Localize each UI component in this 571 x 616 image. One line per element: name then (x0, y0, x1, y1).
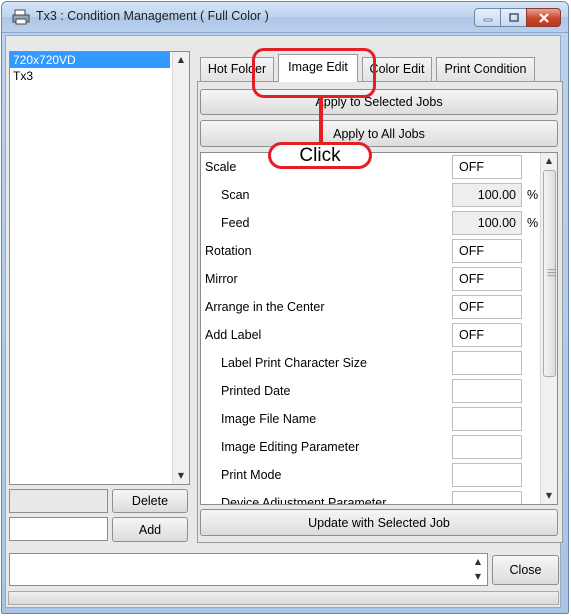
new-job-name-input[interactable] (9, 517, 108, 541)
property-label: Arrange in the Center (205, 300, 325, 314)
property-unit: % (527, 216, 539, 230)
add-button[interactable]: Add (112, 517, 188, 542)
property-row: Mirror OFF (201, 265, 542, 293)
property-label: Device Adjustment Parameter (221, 496, 387, 505)
property-label: Print Mode (221, 468, 282, 482)
update-with-selected-job-button[interactable]: Update with Selected Job (200, 509, 558, 536)
tab-print-condition[interactable]: Print Condition (436, 57, 535, 81)
property-value[interactable]: OFF (452, 239, 522, 263)
property-row: Feed 100.00 % (201, 209, 542, 237)
properties-grid: Scale OFF Scan 100.00 % Feed 100.00 % Ro… (200, 152, 558, 505)
status-bar (8, 591, 559, 605)
job-list-item-selected[interactable]: 720x720VD (10, 52, 170, 68)
window-title: Tx3 : Condition Management ( Full Color … (36, 9, 269, 23)
property-row: Image File Name (201, 405, 542, 433)
job-list-item[interactable]: Tx3 (10, 68, 189, 84)
close-icon (538, 12, 549, 23)
property-value[interactable] (452, 407, 522, 431)
property-label: Image File Name (221, 412, 317, 426)
scroll-down-icon[interactable]: ▼ (541, 488, 557, 504)
message-spinner[interactable]: ▲ ▼ (470, 554, 487, 585)
title-bar: Tx3 : Condition Management ( Full Color … (2, 2, 568, 33)
property-value[interactable] (452, 463, 522, 487)
property-row: Label Print Character Size (201, 349, 542, 377)
caption-buttons (474, 8, 561, 27)
property-value[interactable]: OFF (452, 155, 522, 179)
app-printer-icon (12, 9, 30, 25)
close-window-button[interactable] (526, 8, 561, 27)
apply-all-jobs-button[interactable]: Apply to All Jobs (200, 120, 558, 147)
spin-down-icon[interactable]: ▼ (470, 569, 486, 584)
property-value[interactable] (452, 379, 522, 403)
job-name-spacer (9, 489, 108, 513)
property-label: Label Print Character Size (221, 356, 367, 370)
property-value[interactable]: 100.00 (452, 183, 522, 207)
minimize-button[interactable] (474, 8, 501, 27)
property-row: Device Adjustment Parameter (201, 489, 542, 505)
scroll-up-icon[interactable]: ▲ (541, 153, 557, 169)
close-button[interactable]: Close (492, 555, 559, 585)
property-label: Printed Date (221, 384, 291, 398)
property-value[interactable] (452, 435, 522, 459)
maximize-button[interactable] (500, 8, 527, 27)
scroll-thumb[interactable]: — — — (543, 170, 556, 377)
property-row: Printed Date (201, 377, 542, 405)
maximize-icon (508, 13, 519, 22)
property-label: Add Label (205, 328, 262, 342)
property-value[interactable]: OFF (452, 323, 522, 347)
property-label: Scale (205, 160, 237, 174)
callout-leader-line (319, 98, 323, 144)
scroll-up-icon[interactable]: ▲ (173, 52, 189, 68)
message-field[interactable]: ▲ ▼ (9, 553, 488, 586)
property-label: Image Editing Parameter (221, 440, 360, 454)
property-label: Scan (221, 188, 250, 202)
property-row: Add Label OFF (201, 321, 542, 349)
property-value[interactable]: OFF (452, 267, 522, 291)
property-label: Rotation (205, 244, 252, 258)
property-value[interactable]: 100.00 (452, 211, 522, 235)
spin-up-icon[interactable]: ▲ (470, 554, 486, 569)
property-row: Print Mode (201, 461, 542, 489)
delete-button[interactable]: Delete (112, 489, 188, 513)
property-value[interactable] (452, 491, 522, 504)
property-row: Scan 100.00 % (201, 181, 542, 209)
properties-scrollbar[interactable]: ▲ — — — ▼ (540, 153, 557, 504)
property-row: Image Editing Parameter (201, 433, 542, 461)
property-label: Feed (221, 216, 250, 230)
property-value[interactable] (452, 351, 522, 375)
scroll-down-icon[interactable]: ▼ (173, 468, 189, 484)
tab-image-edit[interactable]: Image Edit (278, 54, 358, 82)
property-label: Mirror (205, 272, 238, 286)
click-callout: Click (268, 142, 372, 169)
property-value[interactable]: OFF (452, 295, 522, 319)
job-list-scrollbar[interactable]: ▲ ▼ (172, 52, 189, 484)
property-row: Rotation OFF (201, 237, 542, 265)
minimize-icon (483, 18, 492, 21)
property-row: Arrange in the Center OFF (201, 293, 542, 321)
job-list[interactable]: 720x720VD Tx3 ▲ ▼ (9, 51, 190, 485)
grip-icon: — — — (547, 265, 556, 281)
property-unit: % (527, 188, 539, 202)
